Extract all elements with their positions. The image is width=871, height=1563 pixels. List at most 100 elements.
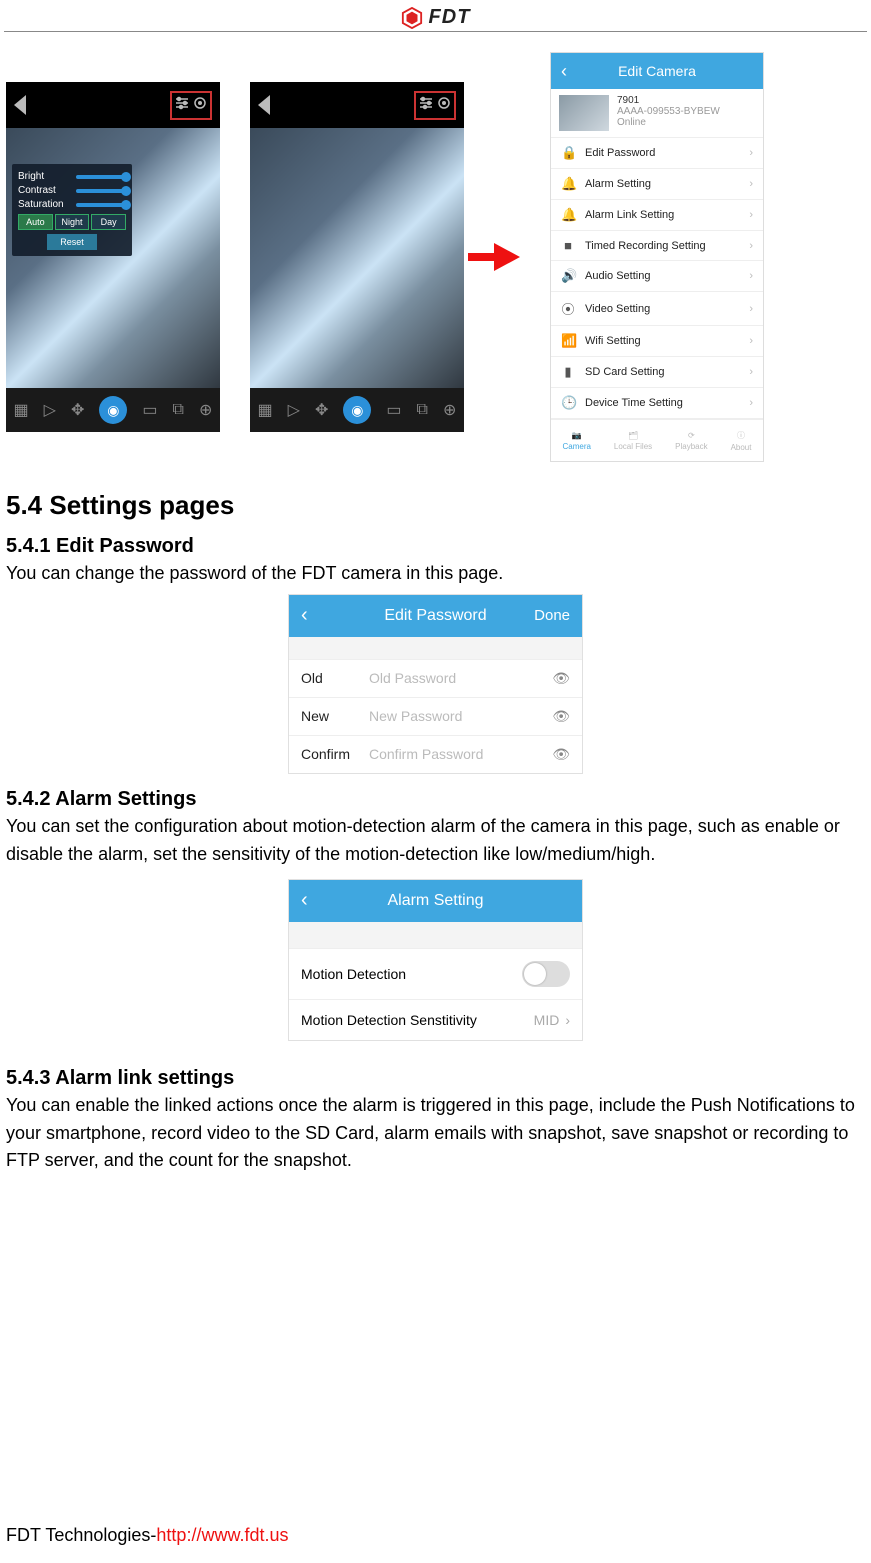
hd-icon[interactable]: ⧉ xyxy=(417,401,428,419)
chevron-right-icon: › xyxy=(749,209,753,221)
row-video-setting[interactable]: ⦿Video Setting› xyxy=(551,292,763,326)
nav-label: Camera xyxy=(562,442,590,451)
row-sd-card-setting[interactable]: ▮SD Card Setting› xyxy=(551,357,763,388)
paragraph: You can change the password of the FDT c… xyxy=(6,560,865,588)
row-alarm-link-setting[interactable]: 🔔Alarm Link Setting› xyxy=(551,200,763,231)
field-label: Confirm xyxy=(301,746,369,762)
new-password-input[interactable]: New Password xyxy=(369,708,552,724)
mode-night[interactable]: Night xyxy=(55,214,90,230)
bright-label: Bright xyxy=(18,171,44,182)
gear-icon[interactable] xyxy=(436,95,452,116)
back-icon[interactable]: ‹ xyxy=(561,61,567,82)
video-area xyxy=(250,128,464,388)
row-label: Audio Setting xyxy=(585,270,650,282)
motion-sensitivity-row[interactable]: Motion Detection Senstitivity MID› xyxy=(289,999,582,1040)
arrow-icon xyxy=(494,243,520,271)
old-password-input[interactable]: Old Password xyxy=(369,670,552,686)
gallery-icon[interactable]: ▦ xyxy=(258,400,273,420)
clock-icon: 🕒 xyxy=(561,395,575,411)
row-label: Wifi Setting xyxy=(585,335,641,347)
alarm-setting-header: ‹ Alarm Setting xyxy=(289,880,582,922)
page-footer: FDT Technologies-http://www.fdt.us xyxy=(6,1525,288,1546)
wifi-icon: 📶 xyxy=(561,333,575,349)
phone-screenshot-2: ▦ ▷ ✥ ◉ ▭ ⧉ ⊕ xyxy=(250,82,464,432)
motion-detection-label: Motion Detection xyxy=(301,966,406,982)
bright-slider[interactable] xyxy=(76,175,126,179)
mode-auto[interactable]: Auto xyxy=(18,214,53,230)
snapshot-button[interactable]: ◉ xyxy=(99,396,127,424)
mic-icon[interactable]: ⊕ xyxy=(443,400,456,420)
footer-url[interactable]: http://www.fdt.us xyxy=(156,1525,288,1545)
chevron-right-icon: › xyxy=(749,178,753,190)
subsection-heading: 5.4.3 Alarm link settings xyxy=(6,1067,865,1090)
hd-icon[interactable]: ⧉ xyxy=(173,401,184,419)
files-icon: 🗂 xyxy=(628,431,638,440)
ptz-icon[interactable]: ✥ xyxy=(315,400,328,420)
back-icon[interactable] xyxy=(258,95,270,115)
row-alarm-setting[interactable]: 🔔Alarm Setting› xyxy=(551,169,763,200)
back-icon[interactable] xyxy=(14,95,26,115)
top-controls-highlighted[interactable] xyxy=(170,91,212,120)
field-label: New xyxy=(301,708,369,724)
contrast-label: Contrast xyxy=(18,185,56,196)
nav-label: Local Files xyxy=(614,442,652,451)
footer-company: FDT Technologies- xyxy=(6,1525,156,1545)
old-password-row: Old Old Password 👁 xyxy=(289,659,582,697)
row-label: SD Card Setting xyxy=(585,366,664,378)
nav-playback[interactable]: ⟳Playback xyxy=(675,431,707,451)
bell-icon: 🔔 xyxy=(561,176,575,192)
mic-icon[interactable]: ⊕ xyxy=(199,400,212,420)
row-label: Timed Recording Setting xyxy=(585,240,706,252)
saturation-slider[interactable] xyxy=(76,203,126,207)
paragraph: You can enable the linked actions once t… xyxy=(6,1092,865,1176)
eye-icon[interactable]: 👁 xyxy=(552,670,570,687)
top-controls-highlighted[interactable] xyxy=(414,91,456,120)
eye-icon[interactable]: 👁 xyxy=(552,708,570,725)
chevron-right-icon: › xyxy=(749,335,753,347)
row-audio-setting[interactable]: 🔊Audio Setting› xyxy=(551,261,763,292)
sliders-icon[interactable] xyxy=(418,95,434,116)
edit-camera-header: ‹ Edit Camera xyxy=(551,53,763,89)
nav-label: Playback xyxy=(675,442,707,451)
row-device-time-setting[interactable]: 🕒Device Time Setting› xyxy=(551,388,763,419)
contrast-slider[interactable] xyxy=(76,189,126,193)
nav-camera[interactable]: 📷Camera xyxy=(562,431,590,451)
mode-day[interactable]: Day xyxy=(91,214,126,230)
chevron-right-icon: › xyxy=(749,240,753,252)
motion-detection-row: Motion Detection xyxy=(289,948,582,999)
sliders-icon[interactable] xyxy=(174,95,190,116)
gear-icon[interactable] xyxy=(192,95,208,116)
motion-sensitivity-label: Motion Detection Senstitivity xyxy=(301,1012,477,1028)
ptz-icon[interactable]: ✥ xyxy=(71,400,84,420)
confirm-password-row: Confirm Confirm Password 👁 xyxy=(289,735,582,773)
speaker-icon[interactable]: ▷ xyxy=(44,400,56,420)
reset-button[interactable]: Reset xyxy=(47,234,97,250)
row-timed-recording[interactable]: ■Timed Recording Setting› xyxy=(551,231,763,261)
row-wifi-setting[interactable]: 📶 Wifi Setting › xyxy=(551,326,763,357)
record-icon[interactable]: ▭ xyxy=(142,400,157,420)
row-edit-password[interactable]: 🔒Edit Password› xyxy=(551,138,763,169)
sensitivity-value: MID xyxy=(534,1012,560,1028)
about-icon: ⓘ xyxy=(737,430,745,441)
brand-logo: FDT xyxy=(401,6,471,29)
back-icon[interactable]: ‹ xyxy=(301,604,308,627)
speaker-icon[interactable]: ▷ xyxy=(288,400,300,420)
screenshot-row: Bright Contrast Saturation Auto Night Da… xyxy=(6,52,865,462)
done-button[interactable]: Done xyxy=(534,607,570,624)
row-label: Video Setting xyxy=(585,303,650,315)
back-icon[interactable]: ‹ xyxy=(301,889,308,912)
camera-summary[interactable]: 7901 AAAA-099553-BYBEW Online xyxy=(551,89,763,138)
eye-icon[interactable]: 👁 xyxy=(552,746,570,763)
confirm-password-input[interactable]: Confirm Password xyxy=(369,746,552,762)
nav-local-files[interactable]: 🗂 Local Files xyxy=(614,431,652,451)
bottom-toolbar: ▦ ▷ ✥ ◉ ▭ ⧉ ⊕ xyxy=(6,388,220,432)
snapshot-button[interactable]: ◉ xyxy=(343,396,371,424)
phone-screenshot-1: Bright Contrast Saturation Auto Night Da… xyxy=(6,82,220,432)
gallery-icon[interactable]: ▦ xyxy=(14,400,29,420)
field-label: Old xyxy=(301,670,369,686)
record-icon[interactable]: ▭ xyxy=(386,400,401,420)
motion-detection-toggle[interactable] xyxy=(522,961,570,987)
nav-about[interactable]: ⓘAbout xyxy=(731,430,752,452)
chevron-right-icon: › xyxy=(749,270,753,282)
camera-thumbnail xyxy=(559,95,609,131)
